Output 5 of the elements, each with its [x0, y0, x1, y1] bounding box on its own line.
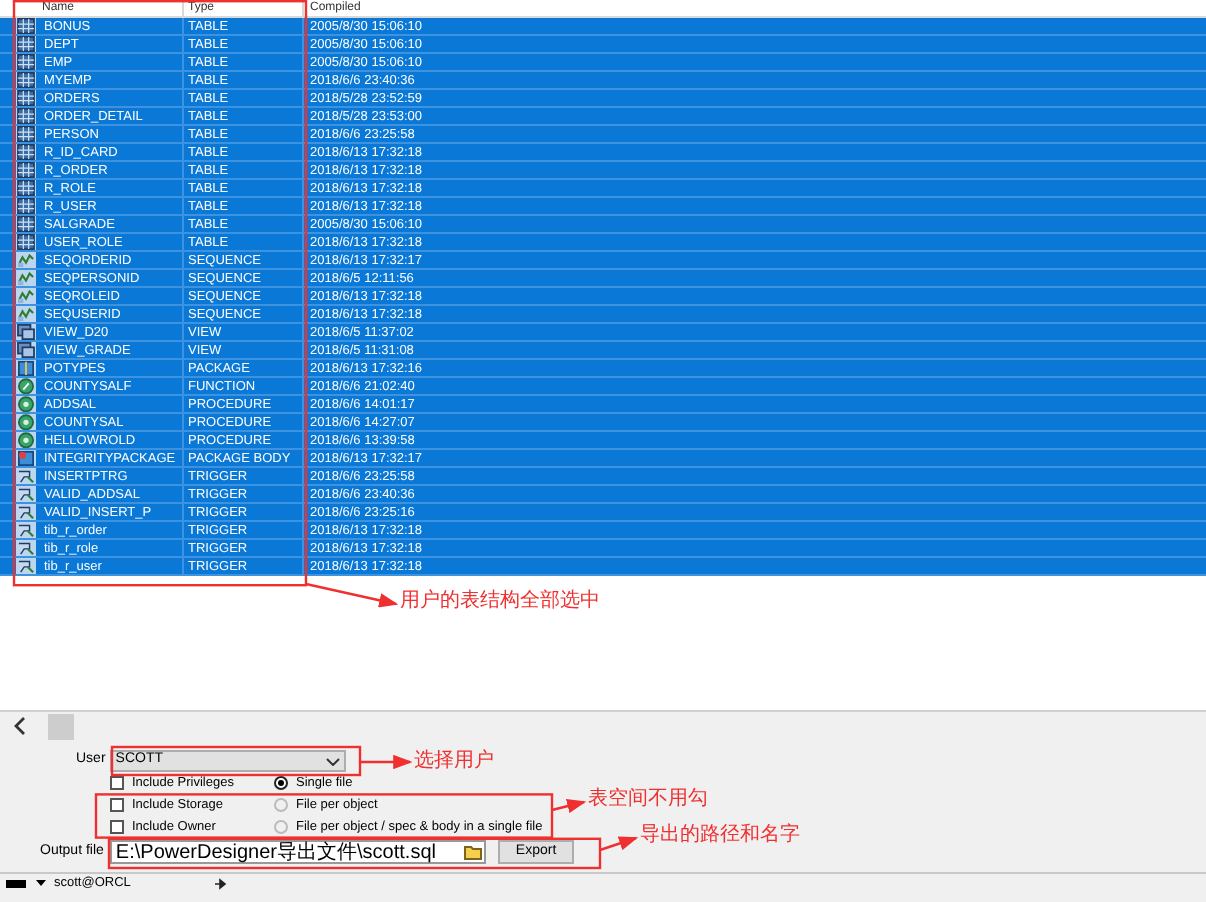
annotation-label: 导出的路径和名字: [640, 824, 800, 848]
annotation-label: 表空间不用勾: [588, 788, 708, 812]
output-file-field[interactable]: E:\PowerDesigner导出文件\scott.sql: [109, 840, 486, 864]
annotation-label: 选择用户: [414, 750, 494, 774]
annotation-label: 用户的表结构全部选中: [400, 590, 600, 614]
